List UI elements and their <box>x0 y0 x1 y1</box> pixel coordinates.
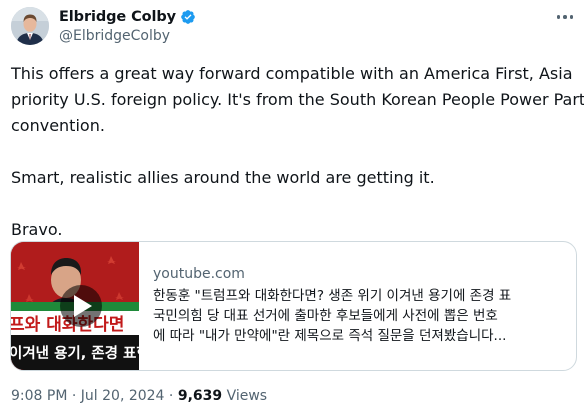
card-description-line: 에 따라 "내가 만약에"란 제목으로 즉석 질문을 던져봤습니다... <box>153 328 507 344</box>
card-title: 한동훈 "트럼프와 대화한다면? 생존 위기 이겨낸 용기에 존경 표 <box>153 288 512 304</box>
views-count: 9,639 <box>177 388 223 404</box>
tweet-time[interactable]: 9:08 PM <box>11 388 67 404</box>
tweet-text-line: Bravo. <box>11 220 63 239</box>
tweet-date[interactable]: Jul 20, 2024 <box>81 388 165 404</box>
more-dot-icon <box>563 15 567 19</box>
card-domain: youtube.com <box>153 266 245 282</box>
link-preview-card[interactable]: 프와 대화한다면 이겨낸 용기, 존경 표현 youtube.com 한동훈 "… <box>10 241 577 371</box>
author-name-row: Elbridge Colby <box>59 7 196 27</box>
tweet-text-line: convention. <box>11 116 105 135</box>
author-handle[interactable]: @ElbridgeColby <box>59 28 170 44</box>
profile-photo-icon <box>11 7 49 45</box>
verified-badge-icon <box>181 10 195 24</box>
author-name[interactable]: Elbridge Colby <box>59 9 176 25</box>
tweet-text-line: Smart, realistic allies around the world… <box>11 168 435 187</box>
thumbnail-caption-2: 이겨낸 용기, 존경 표현 <box>11 344 139 362</box>
card-body: youtube.com 한동훈 "트럼프와 대화한다면? 생존 위기 이겨낸 용… <box>153 264 571 346</box>
avatar[interactable] <box>11 7 49 45</box>
tweet: Elbridge Colby @ElbridgeColby This offer… <box>0 0 584 413</box>
more-dot-icon <box>569 15 574 19</box>
meta-separator: · <box>168 388 174 404</box>
tweet-text: This offers a great way forward compatib… <box>11 61 584 243</box>
tweet-meta: 9:08 PM · Jul 20, 2024 · 9,639 Views <box>11 388 267 404</box>
tweet-text-line: This offers a great way forward compatib… <box>11 64 573 83</box>
more-dot-icon <box>556 15 561 19</box>
video-thumbnail[interactable]: 프와 대화한다면 이겨낸 용기, 존경 표현 <box>11 242 139 370</box>
card-description-line: 국민의힘 당 대표 선거에 출마한 후보들에게 사전에 뽑은 번호 <box>153 308 498 324</box>
meta-separator: · <box>71 388 77 404</box>
more-options-button[interactable] <box>552 6 578 28</box>
views-label: Views <box>226 388 268 404</box>
tweet-text-line: priority U.S. foreign policy. It's from … <box>11 90 584 109</box>
